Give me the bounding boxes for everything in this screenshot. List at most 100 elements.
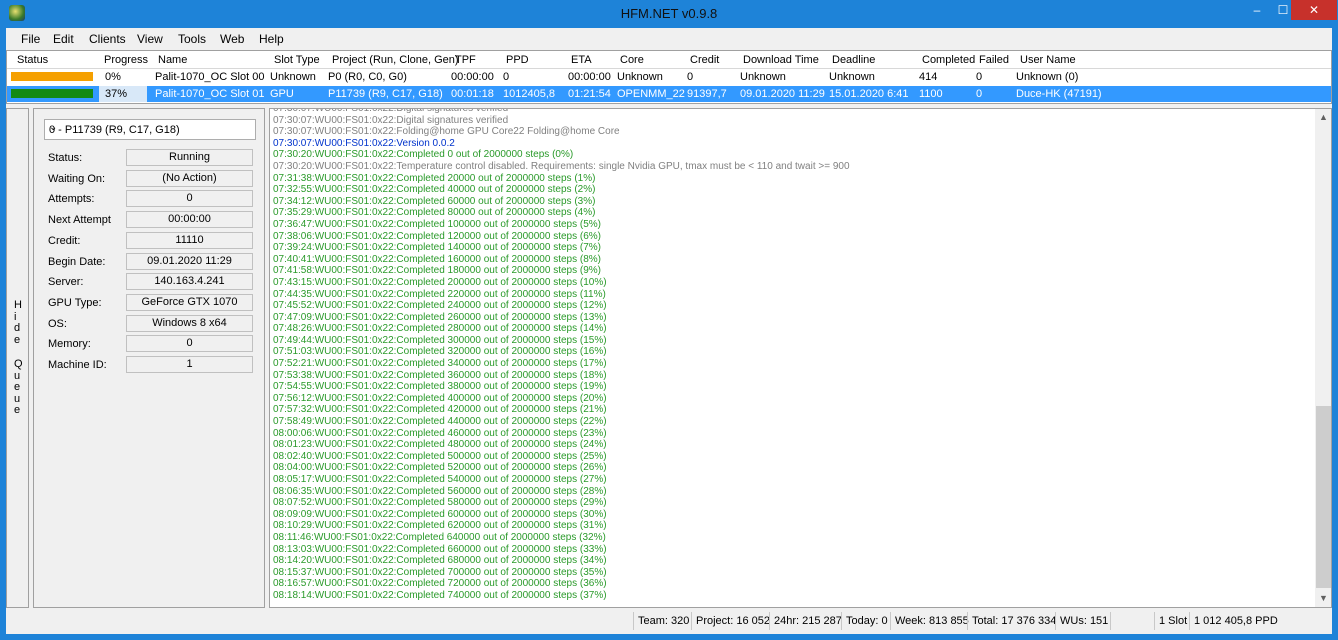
app-window: HFM.NET v0.9.8 – ☐ ✕ File Edit Clients V… (0, 0, 1338, 640)
col-download-time[interactable]: Download Time (743, 54, 819, 66)
ppd-cell: 1012405,8 (503, 88, 555, 100)
detail-value: 11110 (126, 231, 253, 249)
detail-label: Waiting On: (48, 172, 106, 185)
col-eta[interactable]: ETA (571, 54, 592, 66)
title-bar[interactable]: HFM.NET v0.9.8 – ☐ ✕ (0, 0, 1338, 28)
status-team: Team: 320 (633, 612, 693, 630)
col-slot-type[interactable]: Slot Type (274, 54, 320, 66)
slots-grid: Status Progress Name Slot Type Project (… (6, 50, 1332, 104)
name-cell: Palit-1070_OC Slot 01 (155, 88, 265, 100)
progress-cell: 0% (105, 71, 121, 83)
log-line: 07:30:20:WU00:FS01:0x22:Completed 0 out … (273, 149, 574, 161)
credit-cell: 0 (687, 71, 694, 83)
col-name[interactable]: Name (158, 54, 187, 66)
slot-type-cell: GPU (270, 88, 294, 100)
log-line: 08:14:20:WU00:FS01:0x22:Completed 680000… (273, 555, 607, 567)
col-progress[interactable]: Progress (104, 54, 148, 66)
hide-queue-letter: u (14, 392, 21, 405)
log-scrollbar[interactable]: ▲ ▼ (1315, 109, 1331, 607)
progress-cell: 37% (99, 86, 147, 102)
detail-value: Windows 8 x64 (126, 314, 253, 332)
log-line: 07:54:55:WU00:FS01:0x22:Completed 380000… (273, 381, 607, 393)
log-line: 07:30:20:WU00:FS01:0x22:Temperature cont… (273, 160, 850, 172)
chevron-down-icon[interactable]: ⌄ (49, 122, 251, 133)
status-bar: Team: 320 Project: 16 052 24hr: 215 287 … (6, 610, 1332, 632)
detail-label: Credit: (48, 234, 81, 247)
failed-cell: 0 (976, 88, 983, 100)
detail-label: OS: (48, 317, 67, 330)
menu-edit[interactable]: Edit (53, 32, 74, 46)
col-failed[interactable]: Failed (979, 54, 1009, 66)
table-row[interactable]: 0% Palit-1070_OC Slot 00 Unknown P0 (R0,… (7, 69, 1331, 85)
detail-value: 0 (126, 335, 253, 353)
completed-cell: 414 (919, 71, 938, 83)
lower-panel: HideQueue 0 - P11739 (R9, C17, G18) ⌄ St… (6, 108, 1332, 608)
log-line: 07:57:32:WU00:FS01:0x22:Completed 420000… (273, 404, 607, 416)
eta-cell: 00:00:00 (568, 71, 611, 83)
menu-view[interactable]: View (137, 32, 163, 46)
col-core[interactable]: Core (620, 54, 644, 66)
hide-queue-button[interactable]: HideQueue (6, 108, 29, 608)
hide-queue-letter: e (14, 381, 21, 393)
log-viewer[interactable]: 07:30:07:WU00:FS01:0x22:Digital signatur… (269, 108, 1332, 608)
status-project: Project: 16 052 (691, 612, 774, 630)
log-line: 07:32:55:WU00:FS01:0x22:Completed 40000 … (273, 184, 596, 196)
user-cell: Unknown (0) (1016, 71, 1079, 83)
col-project[interactable]: Project (Run, Clone, Gen) (332, 54, 459, 66)
detail-value: 140.163.4.241 (126, 273, 253, 291)
log-line: 07:39:24:WU00:FS01:0x22:Completed 140000… (273, 242, 601, 254)
col-credit[interactable]: Credit (690, 54, 719, 66)
col-ppd[interactable]: PPD (506, 54, 529, 66)
detail-label: GPU Type: (48, 296, 102, 309)
detail-label: Memory: (48, 338, 91, 351)
status-24hr: 24hr: 215 287 (769, 612, 846, 630)
menu-web[interactable]: Web (220, 32, 244, 46)
menu-help[interactable]: Help (259, 32, 284, 46)
minimize-button[interactable]: – (1244, 0, 1270, 20)
work-unit-select[interactable]: 0 - P11739 (R9, C17, G18) ⌄ (44, 119, 256, 140)
status-total: Total: 17 376 334 (967, 612, 1060, 630)
detail-value: Running (126, 149, 253, 166)
window-title: HFM.NET v0.9.8 (620, 6, 718, 21)
log-line: 07:30:07:WU00:FS01:0x22:Version 0.0.2 (273, 137, 455, 149)
col-status[interactable]: Status (17, 54, 48, 66)
log-line: 08:00:06:WU00:FS01:0x22:Completed 460000… (273, 427, 607, 439)
menu-tools[interactable]: Tools (178, 32, 206, 46)
log-line: 08:15:37:WU00:FS01:0x22:Completed 700000… (273, 566, 607, 578)
col-user-name[interactable]: User Name (1020, 54, 1076, 66)
user-cell: Duce-HK (47191) (1016, 88, 1102, 100)
scroll-down-icon[interactable]: ▼ (1315, 590, 1331, 607)
scroll-thumb[interactable] (1316, 406, 1331, 588)
menu-file[interactable]: File (21, 32, 40, 46)
hide-queue-letter: d (14, 322, 21, 334)
col-completed[interactable]: Completed (922, 54, 975, 66)
table-row[interactable]: 37% Palit-1070_OC Slot 01 GPU P11739 (R9… (7, 86, 1331, 102)
failed-cell: 0 (976, 71, 983, 83)
work-unit-details: 0 - P11739 (R9, C17, G18) ⌄ Status: Runni… (33, 108, 265, 608)
log-line: 07:36:47:WU00:FS01:0x22:Completed 100000… (273, 218, 601, 230)
client-area: File Edit Clients View Tools Web Help St… (6, 28, 1332, 634)
col-tpf[interactable]: TPF (455, 54, 476, 66)
log-line: 07:41:58:WU00:FS01:0x22:Completed 180000… (273, 265, 601, 277)
status-wus: WUs: 151 (1055, 612, 1112, 630)
detail-value: (No Action) (126, 169, 253, 187)
log-line: 07:49:44:WU00:FS01:0x22:Completed 300000… (273, 334, 607, 346)
hide-queue-letter: Q (14, 358, 23, 370)
detail-value: 1 (126, 356, 253, 373)
col-deadline[interactable]: Deadline (832, 54, 875, 66)
detail-label: Server: (48, 276, 84, 289)
log-line: 07:30:07:WU00:FS01:0x22:Digital signatur… (273, 114, 509, 126)
close-button[interactable]: ✕ (1291, 0, 1337, 20)
menu-clients[interactable]: Clients (89, 32, 126, 46)
log-line: 08:04:00:WU00:FS01:0x22:Completed 520000… (273, 462, 607, 474)
log-line: 07:51:03:WU00:FS01:0x22:Completed 320000… (273, 346, 607, 358)
scroll-up-icon[interactable]: ▲ (1315, 109, 1331, 126)
detail-label: Machine ID: (48, 359, 107, 371)
log-line: 07:47:09:WU00:FS01:0x22:Completed 260000… (273, 311, 607, 323)
detail-label: Next Attempt (48, 214, 111, 227)
log-line: 08:06:35:WU00:FS01:0x22:Completed 560000… (273, 485, 607, 497)
name-cell: Palit-1070_OC Slot 00 (155, 71, 265, 83)
log-text: 07:30:07:WU00:FS01:0x22:Digital signatur… (273, 109, 1313, 602)
detail-label: Attempts: (48, 193, 95, 206)
log-line: 07:48:26:WU00:FS01:0x22:Completed 280000… (273, 323, 607, 335)
